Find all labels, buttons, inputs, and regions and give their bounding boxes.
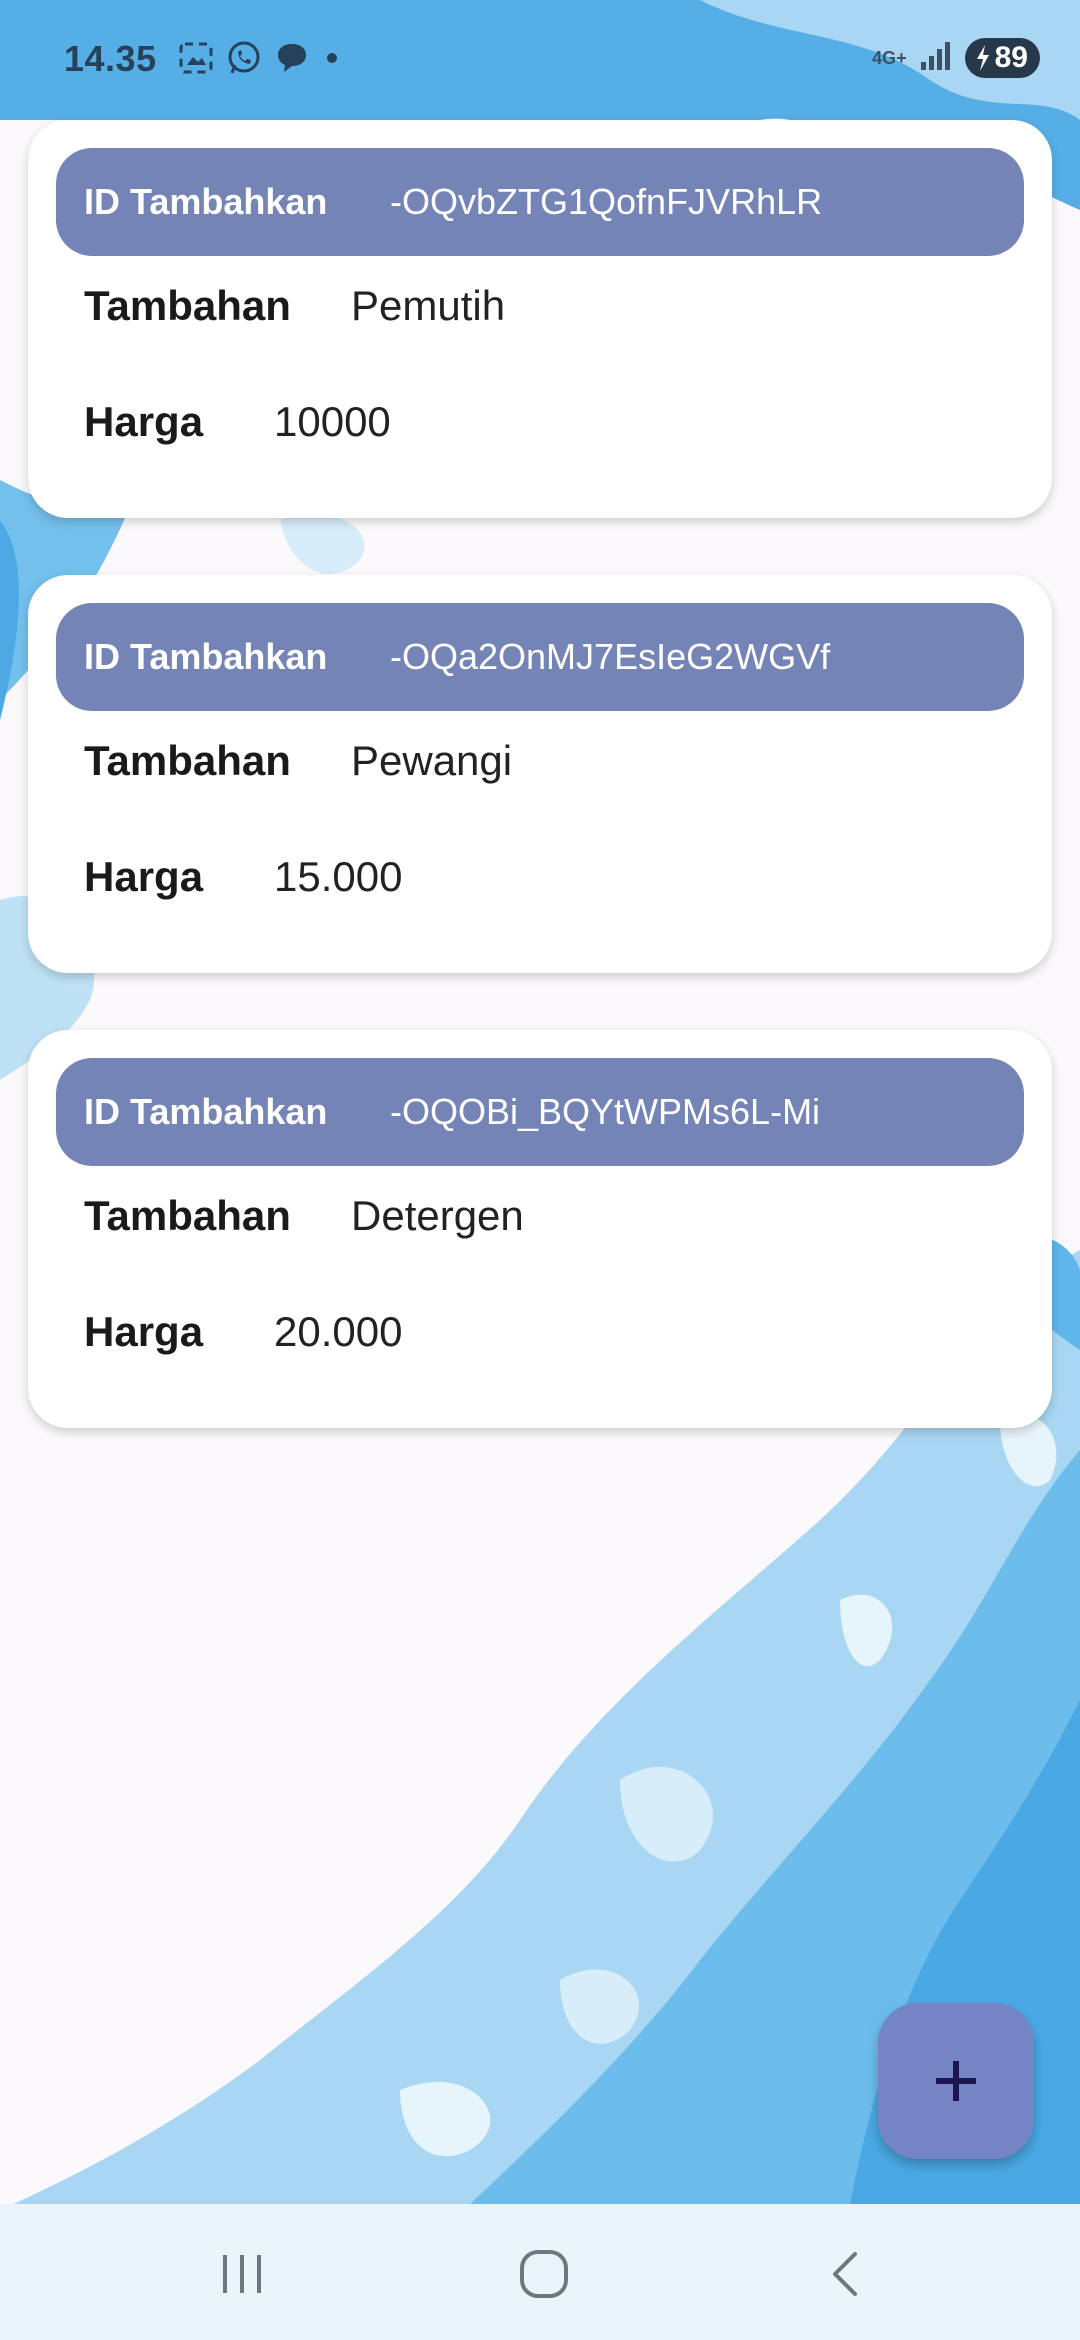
recent-apps-button[interactable] bbox=[202, 2234, 282, 2314]
tambahan-label: Tambahan bbox=[84, 282, 291, 329]
charging-bolt-icon bbox=[976, 45, 989, 71]
tambahan-row: Tambahan Pemutih bbox=[84, 282, 505, 330]
recent-apps-icon bbox=[223, 2255, 261, 2293]
harga-label: Harga bbox=[84, 1308, 204, 1355]
harga-value: 10000 bbox=[274, 398, 391, 445]
harga-value: 20.000 bbox=[274, 1308, 403, 1355]
back-icon bbox=[833, 2252, 857, 2296]
tambahan-card[interactable]: ID Tambahkan -OQOBi_BQYtWPMs6L-Mi Tambah… bbox=[28, 1030, 1052, 1428]
harga-row: Harga 15.000 bbox=[84, 853, 402, 901]
card-header: ID Tambahkan -OQvbZTG1QofnFJVRhLR bbox=[56, 148, 1024, 256]
chat-bubble-icon bbox=[274, 41, 310, 75]
home-button[interactable] bbox=[504, 2234, 584, 2314]
tambahan-list: ID Tambahkan -OQvbZTG1QofnFJVRhLR Tambah… bbox=[28, 120, 1052, 1485]
card-header: ID Tambahkan -OQa2OnMJ7EsIeG2WGVf bbox=[56, 603, 1024, 711]
battery-indicator: 89 bbox=[964, 38, 1040, 78]
dot-icon bbox=[322, 48, 342, 68]
tambahan-value: Detergen bbox=[351, 1192, 524, 1239]
whatsapp-icon bbox=[226, 40, 262, 76]
harga-row: Harga 20.000 bbox=[84, 1308, 402, 1356]
tambahan-card[interactable]: ID Tambahkan -OQa2OnMJ7EsIeG2WGVf Tambah… bbox=[28, 575, 1052, 973]
add-tambahan-button[interactable] bbox=[878, 2003, 1034, 2159]
tambahan-row: Tambahan Detergen bbox=[84, 1192, 524, 1240]
harga-value: 15.000 bbox=[274, 853, 403, 900]
back-button[interactable] bbox=[806, 2234, 886, 2314]
harga-row: Harga 10000 bbox=[84, 398, 391, 446]
tambahan-value: Pemutih bbox=[351, 282, 506, 329]
system-icons: 4G+ 89 bbox=[872, 38, 1040, 78]
tambahan-label: Tambahan bbox=[84, 737, 291, 784]
tambahan-label: Tambahan bbox=[84, 1192, 291, 1239]
network-type-label: 4G+ bbox=[872, 48, 907, 68]
battery-level: 89 bbox=[994, 41, 1028, 74]
notification-icons bbox=[178, 40, 342, 76]
id-value: -OQa2OnMJ7EsIeG2WGVf bbox=[390, 636, 831, 677]
plus-icon bbox=[936, 2061, 976, 2101]
id-label: ID Tambahkan bbox=[84, 181, 328, 222]
navigation-bar bbox=[0, 2204, 1080, 2340]
signal-icon bbox=[919, 40, 953, 77]
harga-label: Harga bbox=[84, 853, 204, 900]
id-label: ID Tambahkan bbox=[84, 636, 328, 677]
tambahan-row: Tambahan Pewangi bbox=[84, 737, 512, 785]
id-value: -OQvbZTG1QofnFJVRhLR bbox=[390, 181, 823, 222]
tambahan-value: Pewangi bbox=[351, 737, 513, 784]
screenshot-icon bbox=[178, 41, 214, 75]
card-header: ID Tambahkan -OQOBi_BQYtWPMs6L-Mi bbox=[56, 1058, 1024, 1166]
status-time: 14.35 bbox=[64, 38, 157, 79]
status-bar: 14.35 4G+ 89 bbox=[0, 0, 1080, 118]
id-value: -OQOBi_BQYtWPMs6L-Mi bbox=[390, 1091, 821, 1132]
home-icon bbox=[520, 2250, 568, 2298]
tambahan-card[interactable]: ID Tambahkan -OQvbZTG1QofnFJVRhLR Tambah… bbox=[28, 120, 1052, 518]
id-label: ID Tambahkan bbox=[84, 1091, 328, 1132]
harga-label: Harga bbox=[84, 398, 204, 445]
